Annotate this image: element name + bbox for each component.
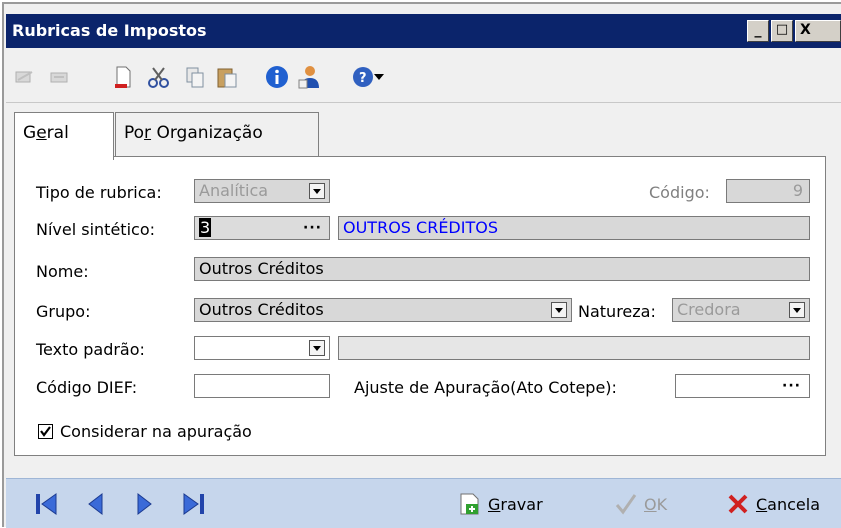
maximize-button[interactable]: □ bbox=[771, 20, 793, 42]
cancela-label-b: ancela bbox=[767, 494, 821, 514]
ok-label-a: O bbox=[644, 494, 657, 514]
cancela-label-a: C bbox=[756, 494, 768, 514]
nivel-lookup-button[interactable]: ··· bbox=[303, 217, 322, 239]
texto-padrao-descricao bbox=[338, 336, 810, 360]
gravar-button[interactable]: Gravar bbox=[458, 491, 543, 517]
maximize-icon: □ bbox=[775, 22, 789, 37]
next-icon bbox=[137, 492, 152, 516]
tab-org-label-c: Organização bbox=[151, 123, 263, 143]
cancela-button[interactable]: Cancela bbox=[726, 491, 820, 517]
tipo-rubrica-value: Analítica bbox=[199, 181, 269, 200]
nivel-sintetico-field[interactable]: 3 ··· bbox=[194, 216, 330, 240]
nome-label: Nome: bbox=[36, 262, 89, 281]
ok-button[interactable]: OK bbox=[614, 491, 667, 517]
nivel-descricao-field: OUTROS CRÉDITOS bbox=[338, 216, 810, 240]
chevron-down-icon[interactable] bbox=[309, 340, 325, 356]
last-record-button[interactable] bbox=[182, 491, 208, 517]
codigo-value: 9 bbox=[792, 181, 803, 200]
texto-padrao-select[interactable] bbox=[194, 336, 330, 360]
first-record-button[interactable] bbox=[34, 491, 60, 517]
grupo-label: Grupo: bbox=[36, 302, 91, 321]
nivel-sintetico-label: Nível sintético: bbox=[36, 220, 155, 239]
close-icon: X bbox=[800, 22, 811, 38]
tab-org-label-b: r bbox=[144, 123, 152, 143]
cancel-x-icon bbox=[728, 494, 748, 514]
chevron-down-icon[interactable] bbox=[789, 302, 805, 318]
user-icon[interactable] bbox=[296, 64, 322, 90]
natureza-select[interactable]: Credora bbox=[672, 298, 810, 322]
considerar-checkbox[interactable] bbox=[38, 424, 53, 439]
codigo-label: Código: bbox=[649, 183, 710, 202]
codigo-dief-field[interactable] bbox=[194, 374, 330, 398]
next-record-button[interactable] bbox=[134, 491, 160, 517]
minimize-icon: _ bbox=[754, 22, 762, 38]
nome-value: Outros Créditos bbox=[199, 259, 324, 278]
close-button[interactable]: X bbox=[795, 20, 841, 42]
tab-geral-label-a: G bbox=[23, 123, 37, 143]
chevron-down-icon[interactable] bbox=[551, 302, 567, 318]
undo-icon[interactable] bbox=[46, 64, 72, 90]
grupo-value: Outros Créditos bbox=[199, 300, 324, 319]
toolbar: ? bbox=[6, 50, 841, 103]
tab-geral[interactable]: Geral bbox=[14, 112, 114, 160]
gravar-label-b: ravar bbox=[500, 494, 543, 514]
codigo-dief-label: Código DIEF: bbox=[36, 378, 138, 397]
svg-text:?: ? bbox=[359, 71, 367, 86]
natureza-value: Credora bbox=[677, 300, 741, 319]
last-record-nav-icon bbox=[183, 493, 204, 515]
copy-icon[interactable] bbox=[182, 64, 208, 90]
natureza-label: Natureza: bbox=[578, 302, 656, 321]
minimize-button[interactable]: _ bbox=[747, 20, 769, 42]
checkmark-icon bbox=[40, 426, 51, 437]
ajuste-lookup-button[interactable]: ··· bbox=[782, 375, 801, 397]
grupo-select[interactable]: Outros Créditos bbox=[194, 298, 572, 322]
first-record-nav-icon bbox=[36, 493, 57, 515]
gravar-label-a: G bbox=[488, 494, 501, 514]
tab-geral-label-c: ral bbox=[46, 123, 69, 143]
ajuste-apuracao-label: Ajuste de Apuração(Ato Cotepe): bbox=[354, 378, 617, 397]
previous-icon bbox=[88, 492, 103, 516]
previous-record-button[interactable] bbox=[86, 491, 112, 517]
nivel-sintetico-value: 3 bbox=[199, 218, 212, 237]
nivel-descricao-value: OUTROS CRÉDITOS bbox=[343, 218, 498, 237]
tab-por-organizacao[interactable]: Por Organização bbox=[115, 112, 319, 156]
help-dropdown-arrow-icon[interactable] bbox=[372, 64, 386, 90]
tipo-rubrica-select[interactable]: Analítica bbox=[194, 179, 330, 203]
considerar-label: Considerar na apuração bbox=[60, 422, 252, 441]
cut-icon[interactable] bbox=[146, 64, 172, 90]
new-document-icon[interactable] bbox=[110, 64, 136, 90]
title-bar[interactable]: Rubricas de Impostos _ □ X bbox=[6, 14, 841, 48]
paste-icon[interactable] bbox=[214, 64, 240, 90]
nome-field[interactable]: Outros Créditos bbox=[194, 257, 810, 281]
texto-padrao-label: Texto padrão: bbox=[36, 340, 145, 359]
first-record-icon[interactable] bbox=[12, 64, 38, 90]
info-icon[interactable] bbox=[264, 64, 290, 90]
save-icon bbox=[460, 493, 479, 515]
ajuste-apuracao-field[interactable]: ··· bbox=[675, 374, 810, 398]
tab-org-label-a: Po bbox=[124, 123, 145, 143]
bottom-bar: Gravar OK Cancela bbox=[6, 478, 841, 528]
check-icon bbox=[615, 494, 637, 515]
codigo-field[interactable]: 9 bbox=[726, 179, 810, 203]
chevron-down-icon[interactable] bbox=[309, 183, 325, 199]
ok-label-b: K bbox=[656, 494, 668, 514]
tab-geral-label-b: e bbox=[36, 123, 47, 143]
tipo-rubrica-label: Tipo de rubrica: bbox=[36, 183, 162, 202]
window-title: Rubricas de Impostos bbox=[12, 21, 207, 40]
